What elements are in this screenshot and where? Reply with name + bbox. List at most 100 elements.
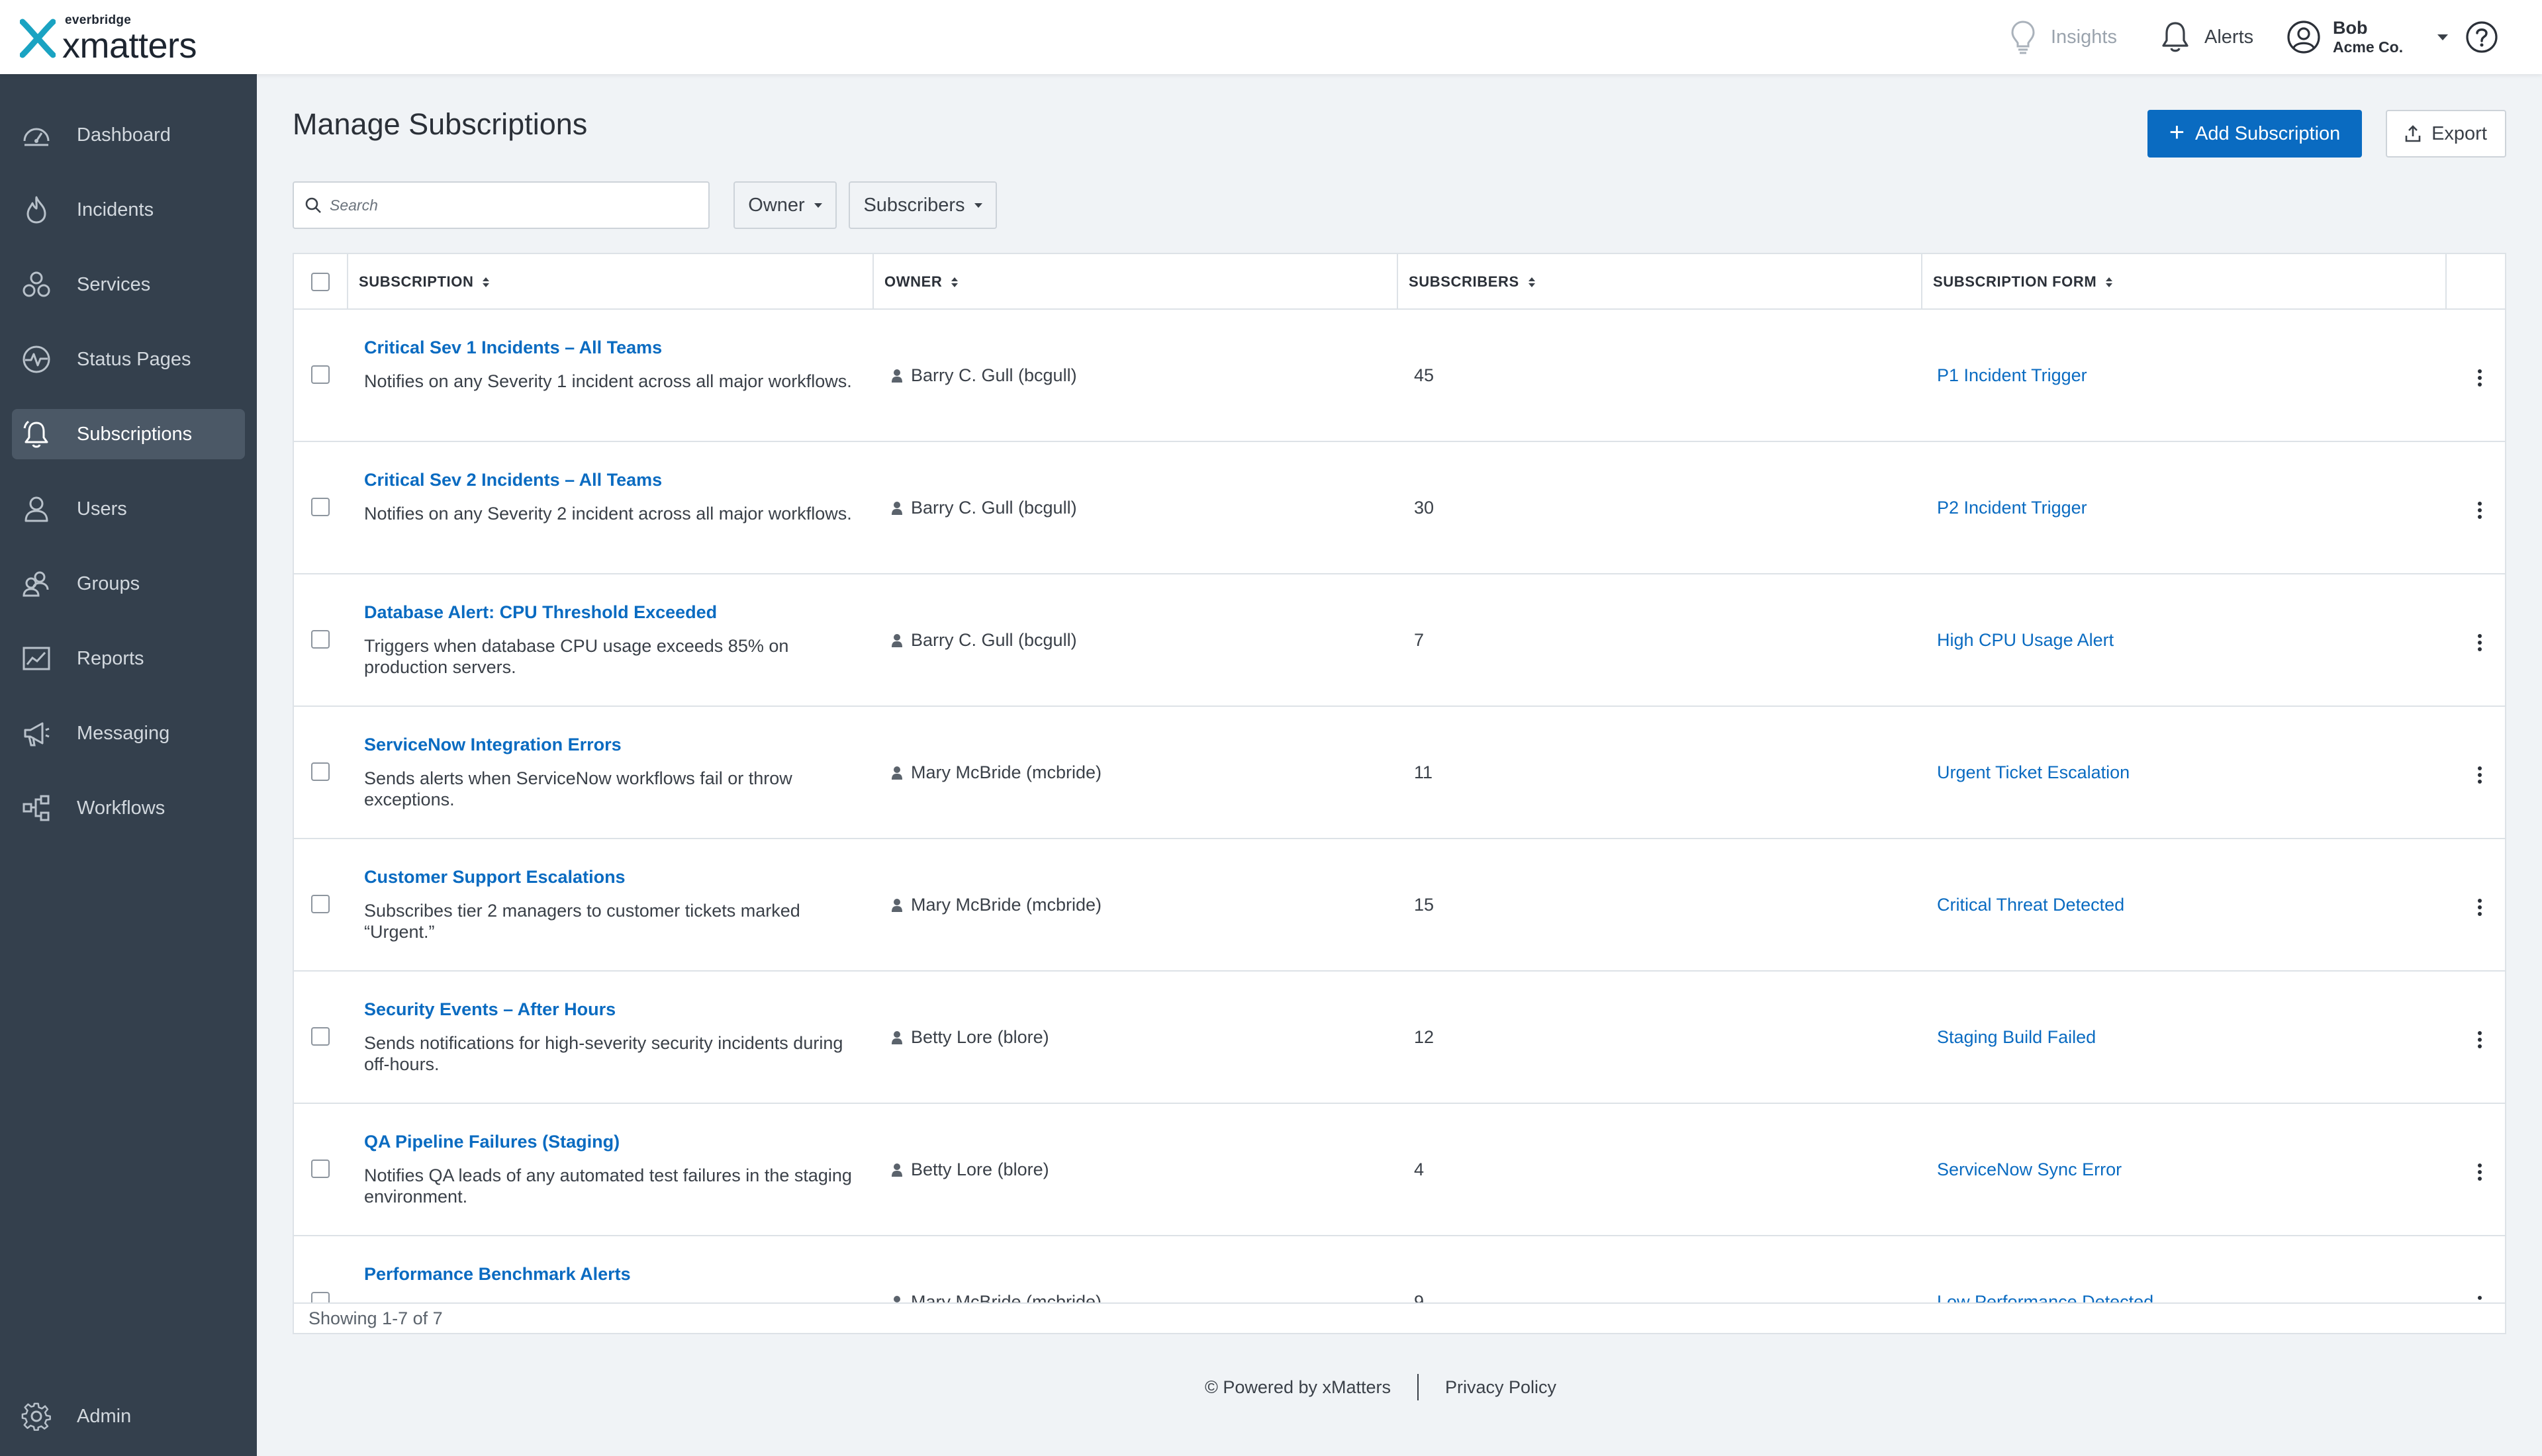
select-all-checkbox[interactable] [311, 273, 330, 291]
report-icon [20, 642, 53, 675]
subscription-description: Triggers when database CPU usage exceeds… [364, 636, 789, 677]
owner-filter-dropdown[interactable]: Owner [733, 181, 837, 229]
caret-down-icon [974, 203, 982, 208]
person-icon [892, 1163, 902, 1177]
sidebar-item-label: Dashboard [77, 124, 171, 146]
table-row: Critical Sev 2 Incidents – All Teams Noti… [294, 442, 2505, 574]
row-actions-menu-icon[interactable] [2472, 633, 2488, 653]
row-actions-menu-icon[interactable] [2472, 897, 2488, 917]
dashboard-icon [20, 118, 53, 152]
owner-cell: Barry C. Gull (bcgull) [891, 498, 1077, 518]
row-actions-menu-icon[interactable] [2472, 1030, 2488, 1050]
chevron-down-icon [2437, 34, 2449, 40]
row-actions-menu-icon[interactable] [2472, 368, 2488, 388]
sidebar-item-messaging[interactable]: Messaging [12, 708, 245, 758]
table-row: Database Alert: CPU Threshold Exceeded Tr… [294, 574, 2505, 707]
column-header-subscription-form[interactable]: SUBSCRIPTION FORM [1933, 254, 2113, 310]
workflow-icon [20, 792, 53, 825]
table-footer: Showing 1-7 of 7 [294, 1302, 2505, 1333]
bell-ring-icon [20, 418, 53, 451]
subscription-name-link[interactable]: QA Pipeline Failures (Staging) [364, 1132, 620, 1152]
row-actions-menu-icon[interactable] [2472, 500, 2488, 520]
owner-name: Betty Lore (blore) [911, 1160, 1049, 1179]
subscription-form-link[interactable]: Staging Build Failed [1937, 1027, 2096, 1048]
search-box [293, 181, 710, 229]
owner-name: Barry C. Gull (bcgull) [911, 365, 1077, 385]
subscription-name-link[interactable]: Performance Benchmark Alerts [364, 1264, 631, 1285]
flame-icon [20, 193, 53, 226]
sidebar-item-incidents[interactable]: Incidents [12, 185, 245, 235]
row-actions-menu-icon[interactable] [2472, 1162, 2488, 1182]
sidebar-item-reports[interactable]: Reports [12, 633, 245, 684]
export-button[interactable]: Export [2386, 110, 2506, 158]
megaphone-icon [20, 717, 53, 750]
owner-cell: Barry C. Gull (bcgull) [891, 630, 1077, 651]
row-actions-menu-icon[interactable] [2472, 765, 2488, 785]
column-header-subscription[interactable]: SUBSCRIPTION [359, 254, 490, 310]
column-divider [872, 254, 874, 310]
subscription-form-link[interactable]: Urgent Ticket Escalation [1937, 762, 2130, 783]
owner-name: Mary McBride (mcbride) [911, 762, 1102, 782]
row-checkbox[interactable] [311, 762, 330, 781]
sidebar-item-services[interactable]: Services [12, 259, 245, 310]
owner-name: Betty Lore (blore) [911, 1027, 1049, 1047]
sidebar-item-status-pages[interactable]: Status Pages [12, 334, 245, 385]
sidebar-item-admin[interactable]: Admin [12, 1391, 245, 1441]
subscription-name-link[interactable]: ServiceNow Integration Errors [364, 735, 622, 755]
row-checkbox[interactable] [311, 1027, 330, 1046]
person-icon [892, 766, 902, 780]
user-icon [20, 492, 53, 525]
row-checkbox[interactable] [311, 365, 330, 384]
owner-cell: Mary McBride (mcbride) [891, 895, 1102, 915]
column-header-label: OWNER [884, 273, 943, 290]
subscription-name-link[interactable]: Critical Sev 2 Incidents – All Teams [364, 470, 662, 490]
row-checkbox[interactable] [311, 1160, 330, 1178]
help-button[interactable] [2465, 0, 2498, 74]
table-row: QA Pipeline Failures (Staging) Notifies Q… [294, 1104, 2505, 1236]
column-header-label: SUBSCRIPTION [359, 273, 474, 290]
subscription-name-link[interactable]: Security Events – After Hours [364, 999, 616, 1020]
row-checkbox[interactable] [311, 630, 330, 649]
subscription-form-link[interactable]: ServiceNow Sync Error [1937, 1160, 2122, 1180]
column-header-label: SUBSCRIPTION FORM [1933, 273, 2097, 290]
subscription-form-link[interactable]: Critical Threat Detected [1937, 895, 2124, 915]
sidebar-item-groups[interactable]: Groups [12, 559, 245, 609]
subscription-name-link[interactable]: Customer Support Escalations [364, 867, 626, 887]
powered-by-text: © Powered by xMatters [1205, 1377, 1391, 1397]
alerts-button[interactable]: Alerts [2161, 0, 2253, 74]
sidebar-item-label: Incidents [77, 199, 154, 220]
user-name: Bob [2333, 18, 2368, 38]
column-divider [1397, 254, 1398, 310]
row-checkbox[interactable] [311, 498, 330, 516]
subscription-name-link[interactable]: Database Alert: CPU Threshold Exceeded [364, 602, 717, 623]
subscribers-filter-label: Subscribers [863, 194, 965, 216]
column-header-subscribers[interactable]: SUBSCRIBERS [1409, 254, 1535, 310]
sidebar-item-subscriptions[interactable]: Subscriptions [12, 409, 245, 459]
add-subscription-button[interactable]: + Add Subscription [2147, 110, 2362, 158]
sidebar-item-label: Services [77, 273, 151, 295]
sidebar-item-dashboard[interactable]: Dashboard [12, 110, 245, 160]
subscription-form-link[interactable]: P2 Incident Trigger [1937, 498, 2087, 518]
bell-icon [2162, 22, 2189, 52]
user-menu[interactable]: Bob Acme Co. [2286, 0, 2449, 74]
row-checkbox[interactable] [311, 895, 330, 913]
sidebar-item-label: Admin [77, 1405, 132, 1427]
subscription-form-link[interactable]: High CPU Usage Alert [1937, 630, 2114, 651]
subscription-description: Sends alerts when ServiceNow workflows f… [364, 768, 792, 809]
logo[interactable]: everbridge xmatters [20, 13, 197, 64]
subscription-description: Notifies QA leads of any automated test … [364, 1165, 852, 1206]
table-row: Security Events – After Hours Sends notif… [294, 972, 2505, 1104]
insights-button[interactable]: Insights [2010, 0, 2117, 74]
sidebar-item-workflows[interactable]: Workflows [12, 783, 245, 833]
subscription-name-link[interactable]: Critical Sev 1 Incidents – All Teams [364, 338, 662, 358]
subscribers-filter-dropdown[interactable]: Subscribers [849, 181, 997, 229]
person-icon [892, 1030, 902, 1044]
owner-filter-label: Owner [748, 194, 805, 216]
logo-product: xmatters [62, 25, 197, 66]
column-header-owner[interactable]: OWNER [884, 254, 959, 310]
sidebar-item-users[interactable]: Users [12, 484, 245, 534]
search-input[interactable] [330, 196, 700, 214]
privacy-policy-link[interactable]: Privacy Policy [1445, 1377, 1556, 1398]
subscription-form-link[interactable]: P1 Incident Trigger [1937, 365, 2087, 386]
subscriber-count: 45 [1414, 365, 1435, 385]
